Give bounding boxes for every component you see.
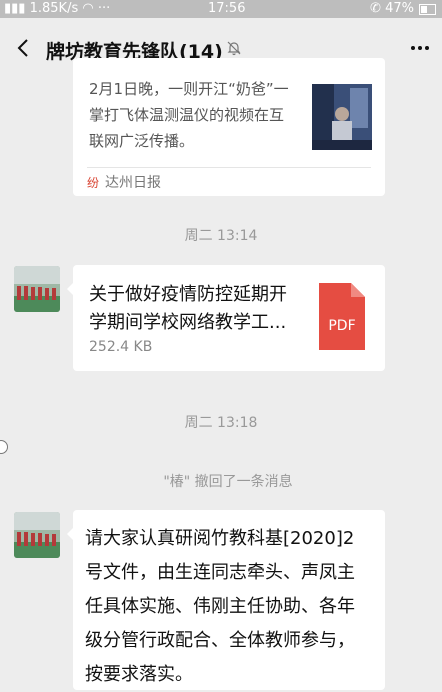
back-arrow-icon[interactable] (12, 36, 36, 60)
divider (87, 167, 371, 168)
avatar[interactable] (14, 266, 60, 312)
status-bar: ▮▮▮ 1.85K/s ◠ ··· 17:56 ✆ 47% (0, 0, 442, 18)
timestamp: 周二 13:18 (184, 415, 258, 431)
file-message-card[interactable]: 关于做好疫情防控延期开 学期间学校网络教学工... 252.4 KB PDF (67, 265, 385, 371)
avatar[interactable] (14, 512, 60, 558)
timestamp: 周二 13:14 (184, 228, 258, 244)
newspaper-source-icon: 纷 (87, 176, 99, 189)
recall-notice: "椿" 撤回了一条消息 (163, 474, 293, 490)
status-time: 17:56 (208, 1, 246, 16)
battery-level: ✆ 47% (370, 1, 414, 16)
file-size: 252.4 KB (89, 339, 153, 355)
article-thumbnail (312, 84, 372, 150)
pdf-file-icon: PDF (319, 283, 365, 350)
bubble-tail (67, 528, 73, 540)
signal-icon: ▮▮▮ (4, 1, 26, 16)
file-name: 关于做好疫情防控延期开 学期间学校网络教学工... (89, 284, 287, 333)
scroll-handle[interactable] (0, 440, 8, 454)
battery-icon (419, 4, 436, 15)
bubble-tail (67, 283, 73, 295)
pdf-label: PDF (328, 318, 355, 334)
network-speed: ▮▮▮ 1.85K/s ◠ ··· (4, 1, 111, 16)
message-text: 请大家认真研阅竹教科基[2020]2 号文件，由生连同志牵头、声凤主 任具体实施… (85, 528, 355, 685)
svg-text:纷: 纷 (87, 176, 99, 189)
text-message-bubble[interactable]: 请大家认真研阅竹教科基[2020]2 号文件，由生连同志牵头、声凤主 任具体实施… (67, 510, 385, 690)
article-source: 达州日报 (105, 175, 161, 191)
article-share-card[interactable]: 2月1日晚，一则开江“奶爸”一 掌打飞体温测温仪的视频在互 联网广泛传播。 纷 … (73, 58, 385, 196)
wifi-icon: ◠ ··· (82, 1, 111, 16)
more-options-icon[interactable] (408, 36, 432, 60)
article-summary: 2月1日晚，一则开江“奶爸”一 掌打飞体温测温仪的视频在互 联网广泛传播。 (89, 80, 289, 150)
mute-bell-icon (227, 41, 241, 56)
call-icon: ✆ (370, 1, 381, 16)
